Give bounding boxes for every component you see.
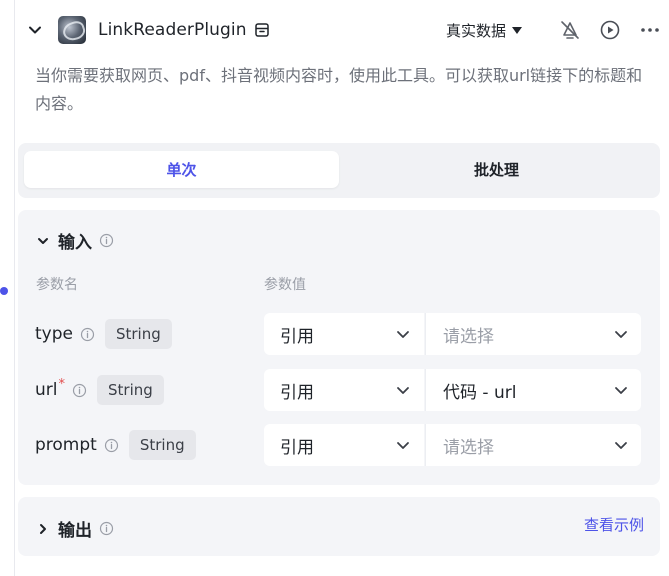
input-section-title: 输入 bbox=[58, 233, 92, 253]
more-icon[interactable] bbox=[638, 18, 662, 42]
plugin-name: LinkReaderPlugin bbox=[98, 20, 247, 40]
plugin-description: 当你需要获取网页、pdf、抖音视频内容时，使用此工具。可以获取url链接下的标题… bbox=[35, 66, 643, 113]
source-select[interactable]: 引用 bbox=[264, 369, 424, 411]
source-select[interactable]: 引用 bbox=[264, 313, 424, 355]
param-row-type: type String 引用 请选择 bbox=[18, 313, 660, 355]
tab-single[interactable]: 单次 bbox=[24, 151, 339, 188]
chevron-down-icon bbox=[397, 331, 409, 338]
run-mode-tabs: 单次 批处理 bbox=[18, 143, 660, 198]
view-example-link[interactable]: 查看示例 bbox=[584, 514, 644, 535]
column-header-value: 参数值 bbox=[264, 277, 306, 293]
caret-down-icon bbox=[512, 27, 522, 34]
data-mode-select[interactable]: 真实数据 bbox=[446, 20, 522, 41]
value-select[interactable]: 请选择 bbox=[425, 313, 641, 355]
node-left-border bbox=[14, 0, 15, 576]
input-panel: 输入 参数名 参数值 type String 引用 请选择 url * Stri… bbox=[18, 210, 660, 485]
run-icon[interactable] bbox=[598, 18, 622, 42]
chevron-down-icon bbox=[38, 237, 48, 244]
info-icon[interactable] bbox=[72, 383, 87, 398]
value-select-placeholder: 请选择 bbox=[443, 326, 494, 347]
input-port-dot[interactable] bbox=[0, 287, 8, 295]
chevron-down-icon bbox=[615, 387, 627, 394]
chevron-down-icon bbox=[615, 442, 627, 449]
source-select[interactable]: 引用 bbox=[264, 424, 424, 466]
chevron-right-icon bbox=[40, 523, 46, 534]
value-select[interactable]: 请选择 bbox=[425, 424, 641, 466]
output-section-title: 输出 bbox=[58, 521, 92, 541]
value-select-placeholder: 请选择 bbox=[443, 437, 494, 458]
info-icon[interactable] bbox=[104, 438, 119, 453]
source-select-value: 引用 bbox=[280, 382, 314, 403]
collapse-button[interactable] bbox=[22, 17, 48, 43]
required-marker: * bbox=[58, 376, 66, 392]
source-select-value: 引用 bbox=[280, 326, 314, 347]
data-mode-label: 真实数据 bbox=[445, 21, 506, 40]
output-section-header[interactable]: 输出 bbox=[36, 516, 114, 541]
info-icon[interactable] bbox=[99, 521, 114, 536]
param-row-url: url * String 引用 代码 - url bbox=[18, 369, 660, 411]
plugin-logo bbox=[58, 16, 86, 44]
output-panel: 输出 查看示例 bbox=[18, 497, 660, 556]
param-type-badge: String bbox=[104, 319, 172, 349]
store-icon[interactable] bbox=[253, 21, 271, 39]
param-row-prompt: prompt String 引用 请选择 bbox=[18, 424, 660, 466]
debug-off-icon[interactable] bbox=[558, 18, 582, 42]
chevron-down-icon bbox=[29, 26, 41, 34]
chevron-down-icon bbox=[397, 387, 409, 394]
node-header: LinkReaderPlugin 真实数据 bbox=[22, 12, 662, 48]
param-name: type bbox=[35, 324, 73, 344]
info-icon[interactable] bbox=[99, 233, 114, 248]
param-type-badge: String bbox=[97, 375, 164, 405]
tab-batch[interactable]: 批处理 bbox=[339, 151, 654, 188]
param-type-badge: String bbox=[128, 430, 196, 460]
input-section-header[interactable]: 输入 bbox=[36, 228, 114, 253]
value-select[interactable]: 代码 - url bbox=[425, 369, 641, 411]
chevron-down-icon bbox=[615, 331, 627, 338]
chevron-down-icon bbox=[397, 442, 409, 449]
param-name: url bbox=[35, 380, 58, 400]
source-select-value: 引用 bbox=[280, 437, 314, 458]
value-select-value: 代码 - url bbox=[443, 382, 517, 403]
column-header-name: 参数名 bbox=[36, 277, 78, 293]
info-icon[interactable] bbox=[80, 327, 95, 342]
param-name: prompt bbox=[35, 435, 97, 455]
